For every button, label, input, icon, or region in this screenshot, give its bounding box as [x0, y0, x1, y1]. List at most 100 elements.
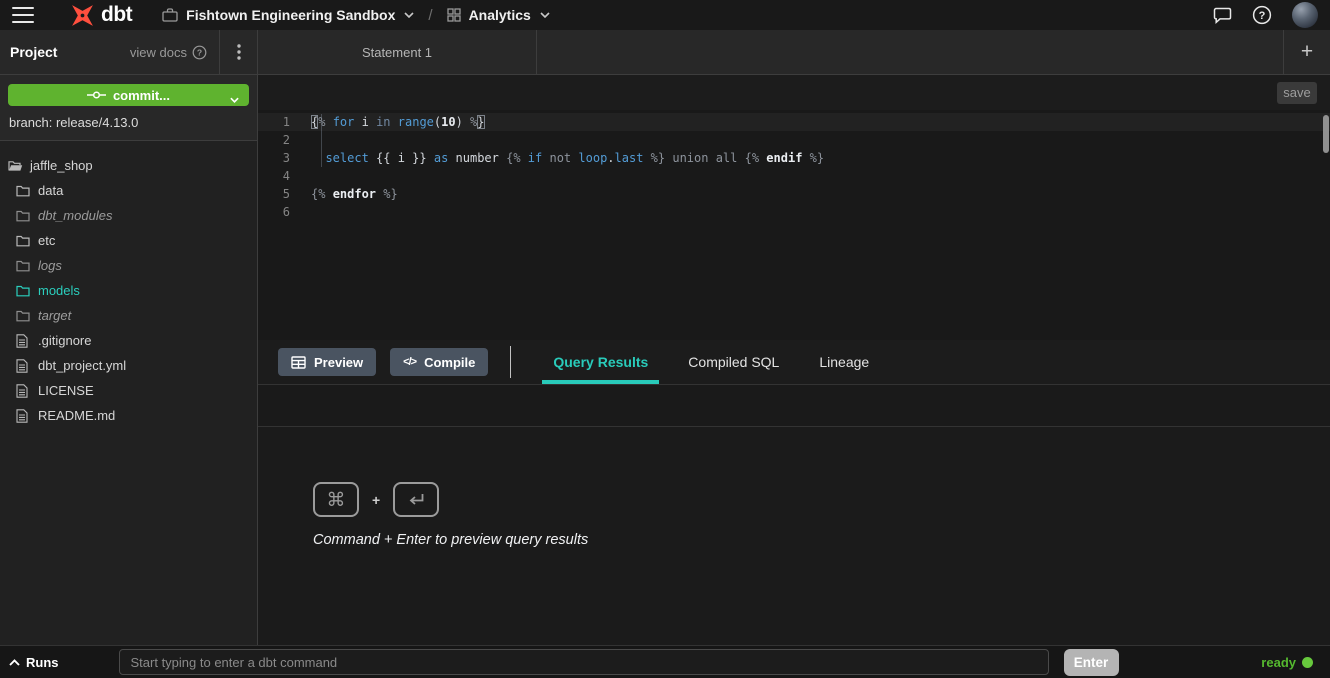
folder-icon [16, 235, 32, 247]
tree-item--gitignore[interactable]: .gitignore [0, 328, 257, 353]
branch-label: branch: release/4.13.0 [8, 115, 249, 130]
status-dot [1302, 657, 1313, 668]
results-tabs: Query Results Compiled SQL Lineage [533, 340, 889, 384]
tree-item-models[interactable]: models [0, 278, 257, 303]
commit-button[interactable]: commit... [8, 84, 249, 106]
svg-text:?: ? [1259, 10, 1266, 22]
tree-item-data[interactable]: data [0, 178, 257, 203]
code-editor[interactable]: 1{% for i in range(10) %}23 select {{ i … [258, 110, 1330, 340]
code-text: {% endfor %} [302, 185, 398, 203]
line-number: 4 [258, 167, 302, 185]
save-button[interactable]: save [1277, 82, 1317, 104]
tree-item-label: etc [38, 233, 55, 248]
tree-item-dbt-project-yml[interactable]: dbt_project.yml [0, 353, 257, 378]
plus-separator: + [372, 492, 380, 508]
code-line-6: 6 [258, 203, 1330, 221]
git-commit-icon [87, 90, 106, 100]
folder-icon [16, 310, 32, 322]
dbt-logo[interactable]: dbt [70, 3, 132, 28]
help-circle-icon: ? [192, 45, 207, 60]
kebab-icon [237, 44, 241, 60]
code-line-4: 4 [258, 167, 1330, 185]
tree-item-label: LICENSE [38, 383, 94, 398]
code-text [302, 203, 311, 221]
command-bar: Runs Enter ready [0, 645, 1330, 678]
runs-toggle[interactable]: Runs [9, 655, 59, 670]
tree-item-label: logs [38, 258, 62, 273]
file-icon [16, 359, 32, 373]
command-key-icon: ⌘ [313, 482, 359, 517]
sidebar-header: Project view docs ? [0, 30, 257, 75]
line-number: 1 [258, 113, 302, 131]
dbt-logo-mark-icon [70, 3, 95, 28]
preview-button[interactable]: Preview [278, 348, 376, 376]
view-docs-link[interactable]: view docs ? [130, 45, 207, 60]
table-grid-icon [291, 356, 306, 369]
toolbar-divider [510, 346, 511, 378]
enter-key-icon [393, 482, 439, 517]
code-line-1: 1{% for i in range(10) %} [258, 113, 1330, 131]
hamburger-menu-icon[interactable] [12, 7, 34, 23]
code-icon: </> [403, 356, 416, 368]
grid-apps-icon [447, 8, 461, 22]
tab-lineage[interactable]: Lineage [808, 340, 880, 384]
user-avatar[interactable] [1292, 2, 1318, 28]
dbt-logo-text: dbt [101, 3, 132, 27]
folder-icon [16, 210, 32, 222]
tree-item-dbt-modules[interactable]: dbt_modules [0, 203, 257, 228]
line-number: 3 [258, 149, 302, 167]
tree-item-license[interactable]: LICENSE [0, 378, 257, 403]
tab-compiled-sql[interactable]: Compiled SQL [677, 340, 790, 384]
line-number: 2 [258, 131, 302, 149]
sidebar-menu-button[interactable] [219, 30, 257, 74]
top-bar: dbt Fishtown Engineering Sandbox / Analy… [0, 0, 1330, 30]
project-name: Analytics [469, 7, 531, 23]
code-line-2: 2 [258, 131, 1330, 149]
folder-icon [16, 285, 32, 297]
tab-query-results[interactable]: Query Results [542, 340, 659, 384]
compile-button[interactable]: </> Compile [390, 348, 488, 376]
dbt-cloud-ide: dbt Fishtown Engineering Sandbox / Analy… [0, 0, 1330, 678]
folder-open-icon [8, 160, 24, 172]
tree-item-label: .gitignore [38, 333, 91, 348]
tree-item-readme-md[interactable]: README.md [0, 403, 257, 428]
account-switcher[interactable]: Fishtown Engineering Sandbox [162, 7, 414, 23]
tree-item-label: dbt_project.yml [38, 358, 126, 373]
tree-item-logs[interactable]: logs [0, 253, 257, 278]
chat-feedback-icon[interactable] [1213, 7, 1232, 24]
help-icon[interactable]: ? [1252, 5, 1272, 25]
tree-item-label: models [38, 283, 80, 298]
tree-item-etc[interactable]: etc [0, 228, 257, 253]
sidebar-title: Project [10, 44, 57, 60]
project-switcher[interactable]: Analytics [447, 7, 550, 23]
tab-statement-1[interactable]: Statement 1 [258, 30, 537, 74]
tree-item-target[interactable]: target [0, 303, 257, 328]
shortcut-caption: Command + Enter to preview query results [313, 532, 1330, 548]
tree-item-label: target [38, 308, 71, 323]
new-tab-button[interactable]: + [1283, 30, 1330, 74]
shortcut-hint: ⌘ + [313, 482, 1330, 517]
tree-item-label: README.md [38, 408, 115, 423]
results-toolbar: Preview </> Compile Query Results Compile… [258, 340, 1330, 385]
editor-tab-bar: Statement 1 + [258, 30, 1330, 75]
tree-item-jaffle-shop[interactable]: jaffle_shop [0, 153, 257, 178]
chevron-down-icon [404, 12, 414, 18]
status-label: ready [1261, 655, 1296, 670]
results-empty-state: ⌘ + Command + Enter to preview query res… [258, 427, 1330, 645]
editor-scrollbar[interactable] [1323, 115, 1329, 153]
briefcase-icon [162, 8, 178, 22]
results-subheader [258, 385, 1330, 427]
tree-item-label: dbt_modules [38, 208, 112, 223]
breadcrumb-separator: / [428, 7, 432, 24]
code-text: {% for i in range(10) %} [302, 113, 485, 131]
file-icon [16, 409, 32, 423]
account-name: Fishtown Engineering Sandbox [186, 7, 395, 23]
file-icon [16, 334, 32, 348]
dbt-command-input[interactable] [119, 649, 1049, 675]
enter-button[interactable]: Enter [1064, 649, 1119, 676]
code-text [302, 167, 311, 185]
line-number: 6 [258, 203, 302, 221]
folder-icon [16, 185, 32, 197]
folder-icon [16, 260, 32, 272]
code-text [302, 131, 311, 149]
